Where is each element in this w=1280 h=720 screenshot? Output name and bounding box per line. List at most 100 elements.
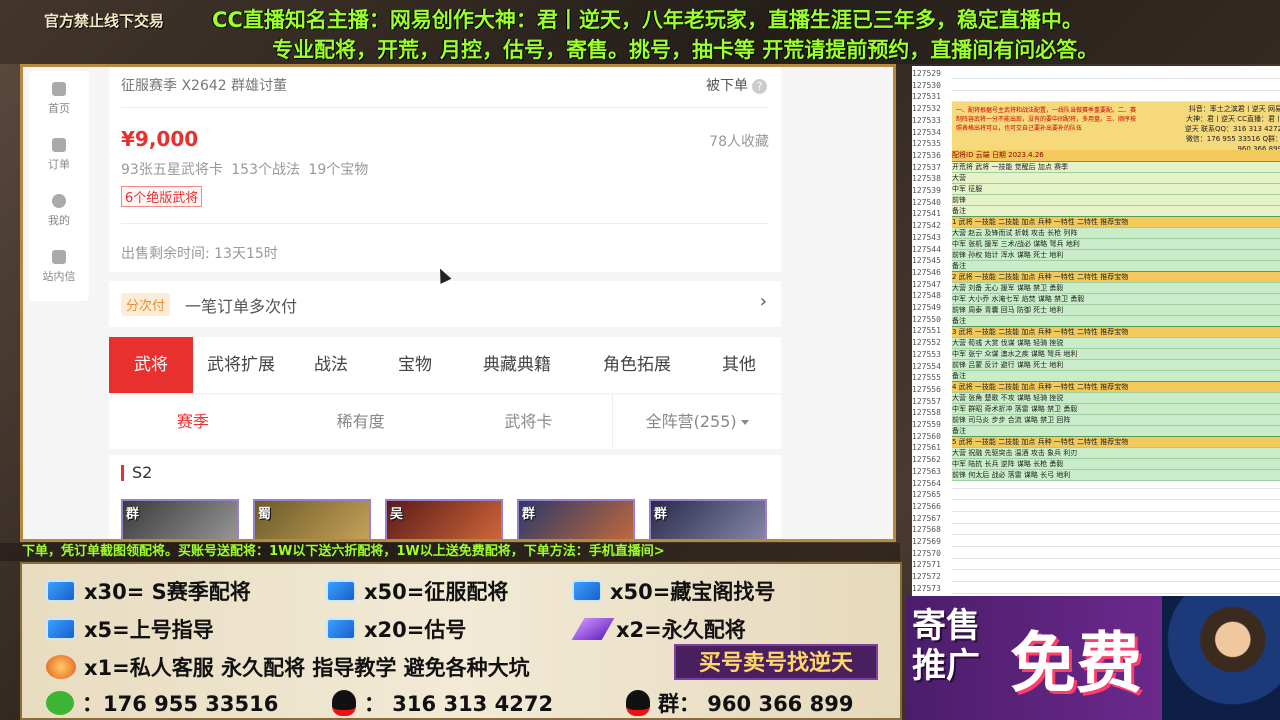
tab-role-ext[interactable]: 角色拓展 [577,337,697,393]
spreadsheet-panel: 127529 127530 127531 127532 127533 127534 1275… [912,66,1280,596]
sheet-row [952,80,1280,91]
feather-icon [571,618,615,640]
divider [121,107,769,108]
nav-messages[interactable]: 站内信 [29,239,89,295]
row-number: 127532 [912,104,941,114]
row-number: 127544 [912,244,941,254]
row-number: 127556 [912,384,941,394]
sheet-header: 配将ID 云端 日期 2023.4.26 [952,150,1280,161]
general-cards: 群 蜀 吴 群 群 [121,499,767,539]
filter-camp-select[interactable]: 全阵营(255) [612,395,781,449]
trade-app-window: 首页 订单 我的 站内信 征服赛季 X2642 群雄讨董 被下单? ¥9,000… [20,64,896,542]
sheet-block-open: 开荒将 武将 一技能 觉醒后 加点 赛季 大营 中军 征服 前锋 备注 [952,161,1280,217]
row-number: 127557 [912,396,941,406]
tab-collections[interactable]: 典藏典籍 [457,337,577,393]
sheet-row [952,583,1280,594]
row-number: 127561 [912,443,941,453]
home-icon [52,82,66,96]
sheet-block-5: 5 武将 一技能 二技能 加点 兵种 一特性 二特性 推荐宝物 大营 祝融 先驱突… [952,436,1280,481]
general-card[interactable]: 群 [121,499,239,539]
help-icon[interactable]: ? [752,79,767,94]
order-status[interactable]: 被下单? [706,75,767,95]
row-number: 127540 [912,197,941,207]
installment-text: 一笔订单多次付 [185,297,298,316]
gift-conquer: x50=征服配将 [326,576,508,606]
order-icon [52,138,66,152]
installment-row[interactable]: 分次付 一笔订单多次付 › [109,281,781,327]
gift-s-season: x30= S赛季配将 [46,576,251,606]
mail-icon [52,250,66,264]
gift-promo-panel: x30= S赛季配将 x50=征服配将 x50=藏宝阁找号 x5=上号指导 x2… [20,562,902,720]
chevron-right-icon: › [759,291,767,312]
nav-home[interactable]: 首页 [29,71,89,127]
row-number: 127533 [912,115,941,125]
season-title: 征服赛季 X2642 群雄讨董 [121,78,288,94]
side-navigation: 首页 订单 我的 站内信 [29,71,89,301]
row-number: 127546 [912,267,941,277]
consign-promo-banner: 寄售 推广 免费 [906,596,1280,720]
tab-treasures[interactable]: 宝物 [373,337,457,393]
row-number: 127568 [912,525,941,535]
nav-profile[interactable]: 我的 [29,183,89,239]
general-card[interactable]: 群 [517,499,635,539]
lotus-icon [46,655,76,679]
listing-card: 征服赛季 X2642 群雄讨董 被下单? ¥9,000 78人收藏 93张五星武… [109,67,781,272]
sheet-row [952,524,1280,536]
contact-text: 抖音：率土之滨君丨逆天 网易大神：君丨逆天 CC直播：君丨逆天 联系QQ：316… [1184,105,1280,153]
row-number: 127564 [912,478,941,488]
wechat-contact: ：176 955 33516 [46,688,278,718]
ticker-line-1: CC直播知名主播：网易创作大神：君丨逆天，八年老玩家，直播生涯已三年多，稳定直播… [212,8,1083,32]
row-number: 127539 [912,186,941,195]
row-number: 127551 [912,326,941,336]
tab-generals[interactable]: 武将 [109,337,193,393]
wechat-icon [46,691,74,715]
row-number: 127550 [912,314,941,324]
sheet-row [952,559,1280,571]
row-number: 127531 [912,92,941,102]
sheet-row [952,91,1280,103]
listing-price: ¥9,000 [121,127,199,151]
stream-top-overlay: 官方禁止线下交易 CC直播知名主播：网易创作大神：君丨逆天，八年老玩家，直播生涯… [0,0,1280,64]
row-number: 127529 [912,69,941,78]
promo-marquee: 下单，凭订单截图领配将。买账号送配将：1W以下送六折配将，1W以上送免费配将，下… [0,543,900,561]
buy-sell-badge: 买号卖号找逆天 [674,644,878,680]
sheet-block-2: 2 武将 一技能 二技能 加点 兵种 一特性 二特性 推荐宝物 大营 刘备 无心 … [952,271,1280,327]
sheet-row [952,68,1280,79]
sheet-row [952,501,1280,512]
sheet-row [952,571,1280,583]
filter-card[interactable]: 武将卡 [445,395,613,449]
row-number: 127569 [912,537,941,546]
gift-login-guide: x5=上号指导 [46,614,214,644]
sheet-block-1: 1 武将 一技能 二技能 加点 兵种 一特性 二特性 推荐宝物 大营 赵云 及锋而… [952,216,1280,272]
qq-icon [626,690,650,716]
row-number: 127552 [912,338,941,348]
row-number: 127541 [912,209,941,219]
row-number: 127560 [912,431,941,441]
general-card[interactable]: 吴 [385,499,503,539]
filter-rarity[interactable]: 稀有度 [277,395,445,449]
sheet-row [952,513,1280,524]
chevron-down-icon [740,420,749,425]
gem-icon [326,618,356,640]
row-number: 127555 [912,373,941,383]
tab-general-ext[interactable]: 武将扩展 [193,337,289,393]
row-number: 127536 [912,150,941,160]
general-card[interactable]: 蜀 [253,499,371,539]
favorite-count[interactable]: 78人收藏 [709,131,769,151]
free-label: 免费 [1010,625,1142,702]
tab-tactics[interactable]: 战法 [289,337,373,393]
sheet-row [952,536,1280,547]
row-number: 127563 [912,466,941,476]
filter-season[interactable]: 赛季 [109,395,277,449]
general-card[interactable]: 群 [649,499,767,539]
offline-trade-warning: 官方禁止线下交易 [44,12,165,30]
gem-icon [46,618,76,640]
gem-icon [572,580,602,602]
row-number: 127554 [912,361,941,371]
row-number: 127567 [912,513,941,523]
row-number: 127573 [912,583,941,593]
ticker-line-2: 专业配将，开荒，月控，估号，寄售。挑号，抽卡等 开荒请提前预约，直播间有问必答。 [272,38,1099,62]
gem-icon [46,580,76,602]
nav-orders[interactable]: 订单 [29,127,89,183]
tab-other[interactable]: 其他 [697,337,781,393]
